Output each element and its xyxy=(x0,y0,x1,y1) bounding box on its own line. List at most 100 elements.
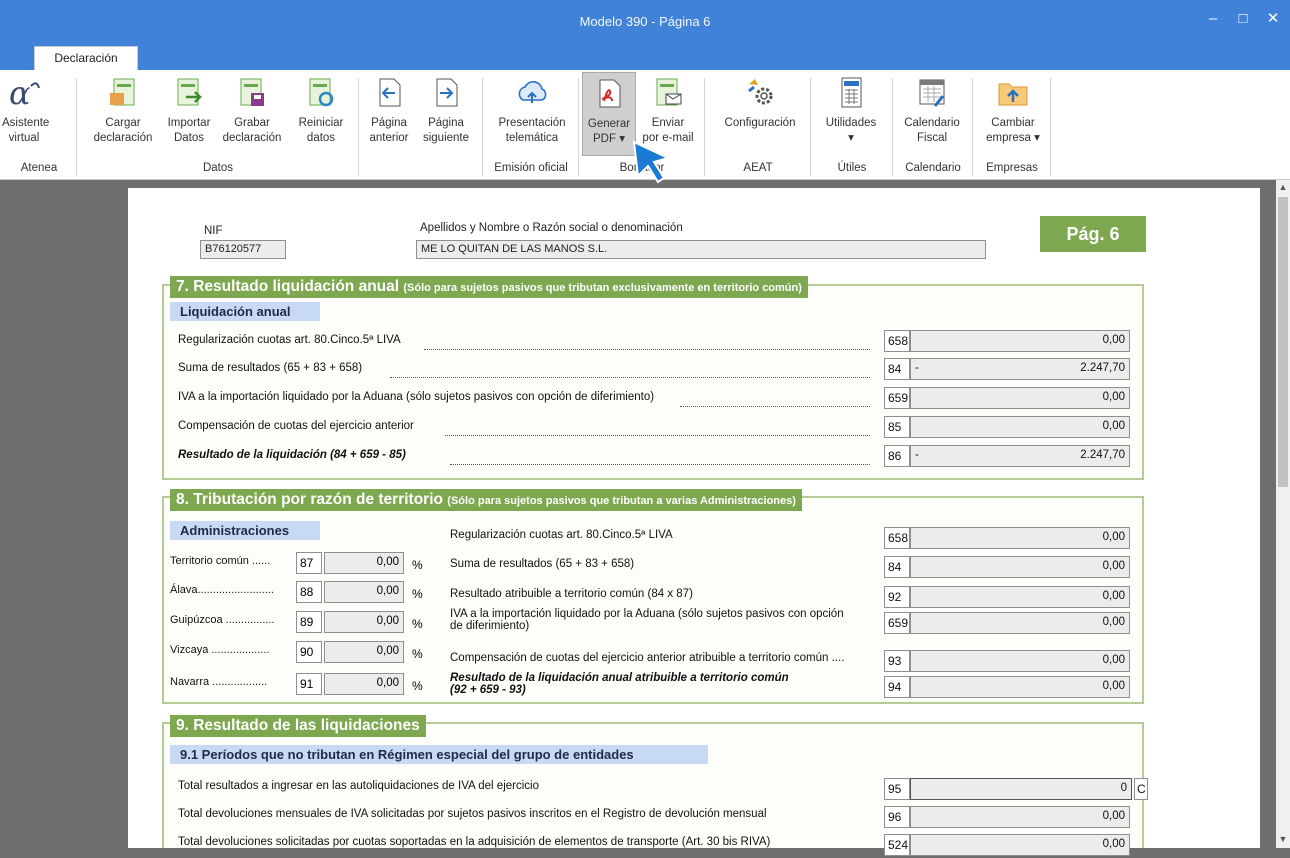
reset-icon xyxy=(304,76,338,110)
pagina-anterior-button[interactable]: Página anterior xyxy=(364,72,414,156)
admin-value[interactable]: 0,00 xyxy=(324,641,404,663)
scrollbar-thumb[interactable] xyxy=(1278,197,1288,487)
scroll-up-icon[interactable]: ▲ xyxy=(1278,182,1288,192)
s7-row-code: 86 xyxy=(884,445,910,467)
ribbon-tabstrip: Declaración xyxy=(0,44,1290,70)
s8-row-text: Regularización cuotas art. 80.Cinco.5ª L… xyxy=(450,529,673,541)
administraciones-header: Administraciones xyxy=(170,521,320,540)
s9-row-flag[interactable]: C xyxy=(1134,778,1148,800)
nif-label: NIF xyxy=(204,225,223,237)
s8-row-text: IVA a la importación liquidado por la Ad… xyxy=(450,608,844,620)
group-label: Calendario xyxy=(905,162,961,174)
s9-row-value[interactable]: 0 xyxy=(910,778,1132,800)
admin-code: 88 xyxy=(296,581,322,603)
s7-row-value[interactable]: - 2.247,70 xyxy=(910,445,1130,467)
grabar-declaracion-button[interactable]: Grabar declaración xyxy=(218,72,286,156)
group-label: Atenea xyxy=(20,162,58,174)
calendario-fiscal-button[interactable]: Calendario Fiscal xyxy=(896,72,968,156)
s8-row-value[interactable]: 0,00 xyxy=(910,586,1130,608)
calculator-icon xyxy=(834,76,868,110)
svg-text:α: α xyxy=(9,76,31,110)
s8-row-value[interactable]: 0,00 xyxy=(910,676,1130,698)
s7-row-code: 658 xyxy=(884,330,910,352)
name-field[interactable]: ME LO QUITAN DE LAS MANOS S.L. xyxy=(416,240,986,259)
cargar-declaracion-button[interactable]: Cargar declaración xyxy=(86,72,160,156)
admin-label: Vizcaya ................... xyxy=(170,644,270,656)
s8-row-code: 84 xyxy=(884,556,910,578)
nif-field[interactable]: B76120577 xyxy=(200,240,286,259)
importar-datos-button[interactable]: Importar Datos xyxy=(160,72,218,156)
s7-row-code: 84 xyxy=(884,358,910,380)
dotted-leader xyxy=(390,364,870,378)
title-bar: Modelo 390 - Página 6 – □ ✕ xyxy=(0,0,1290,44)
s8-row-value[interactable]: 0,00 xyxy=(910,612,1130,634)
tab-declaracion[interactable]: Declaración xyxy=(34,46,138,70)
close-button[interactable]: ✕ xyxy=(1262,8,1284,30)
dotted-leader xyxy=(680,393,870,407)
amount: 2.247,70 xyxy=(1080,449,1125,461)
s8-row-text: Suma de resultados (65 + 83 + 658) xyxy=(450,558,635,570)
percent-symbol: % xyxy=(412,679,423,693)
amount: 2.247,70 xyxy=(1080,362,1125,374)
utilidades-button[interactable]: Utilidades ▾ xyxy=(816,72,886,156)
s8-row-code: 93 xyxy=(884,650,910,672)
s9-row-code: 96 xyxy=(884,806,910,828)
configuracion-button[interactable]: Configuración xyxy=(714,72,806,156)
s8-row-text2: (92 + 659 - 93) xyxy=(450,684,526,696)
s8-row-code: 659 xyxy=(884,612,910,634)
reiniciar-datos-button[interactable]: Reiniciar datos xyxy=(290,72,352,156)
s8-row-code: 94 xyxy=(884,676,910,698)
group-label: Datos xyxy=(202,162,234,174)
name-label: Apellidos y Nombre o Razón social o deno… xyxy=(420,222,683,234)
cloud-upload-icon xyxy=(515,76,549,110)
page-number-badge: Pág. 6 xyxy=(1040,216,1146,252)
admin-value[interactable]: 0,00 xyxy=(324,552,404,574)
dotted-leader xyxy=(445,422,870,436)
s9-row-value[interactable]: 0,00 xyxy=(910,806,1130,828)
admin-code: 89 xyxy=(296,611,322,633)
percent-symbol: % xyxy=(412,647,423,661)
page-back-icon xyxy=(372,76,406,110)
s8-row-value[interactable]: 0,00 xyxy=(910,527,1130,549)
window-title: Modelo 390 - Página 6 xyxy=(579,14,711,29)
s8-row-value[interactable]: 0,00 xyxy=(910,650,1130,672)
group-label: Empresas xyxy=(986,162,1038,174)
amount: 0,00 xyxy=(1102,334,1125,346)
section-8-title: 8. Tributación por razón de territorio (… xyxy=(170,489,802,511)
s9-row-label: Total resultados a ingresar en las autol… xyxy=(178,780,539,792)
s7-row-value[interactable]: - 2.247,70 xyxy=(910,358,1130,380)
s9-row-value[interactable]: 0,00 xyxy=(910,834,1130,856)
s7-row-value[interactable]: 0,00 xyxy=(910,330,1130,352)
admin-value[interactable]: 0,00 xyxy=(324,581,404,603)
admin-label: Álava......................... xyxy=(170,584,274,596)
s7-row-value[interactable]: 0,00 xyxy=(910,387,1130,409)
maximize-button[interactable]: □ xyxy=(1232,8,1254,30)
s7-row-code: 659 xyxy=(884,387,910,409)
s8-row-label: Regularización cuotas art. 80.Cinco.5ª L… xyxy=(450,529,882,541)
s7-row-code: 85 xyxy=(884,416,910,438)
sign: - xyxy=(915,362,919,374)
s9-row-code: 95 xyxy=(884,778,910,800)
s8-row-code: 92 xyxy=(884,586,910,608)
minimize-button[interactable]: – xyxy=(1202,8,1224,30)
cambiar-empresa-button[interactable]: Cambiar empresa ▾ xyxy=(980,72,1046,156)
admin-value[interactable]: 0,00 xyxy=(324,611,404,633)
s9-row-code: 524 xyxy=(884,834,910,856)
s8-row-text: Compensación de cuotas del ejercicio ant… xyxy=(450,652,845,664)
scroll-down-icon[interactable]: ▼ xyxy=(1278,834,1288,844)
s8-row-text2: de diferimiento) xyxy=(450,620,530,632)
calendar-icon xyxy=(915,76,949,110)
presentacion-telematica-button[interactable]: Presentación telemática xyxy=(490,72,574,156)
s7-row-value[interactable]: 0,00 xyxy=(910,416,1130,438)
group-label: Emisión oficial xyxy=(494,162,568,174)
mouse-cursor-icon xyxy=(632,140,671,184)
sign: - xyxy=(915,449,919,461)
admin-code: 87 xyxy=(296,552,322,574)
percent-symbol: % xyxy=(412,587,423,601)
s8-row-value[interactable]: 0,00 xyxy=(910,556,1130,578)
s8-row-label: Compensación de cuotas del ejercicio ant… xyxy=(450,652,882,664)
pagina-siguiente-button[interactable]: Página siguiente xyxy=(414,72,478,156)
asistente-virtual-button[interactable]: α Asistente virtual xyxy=(2,72,49,156)
liquidacion-anual-header: Liquidación anual xyxy=(170,302,320,321)
admin-value[interactable]: 0,00 xyxy=(324,673,404,695)
